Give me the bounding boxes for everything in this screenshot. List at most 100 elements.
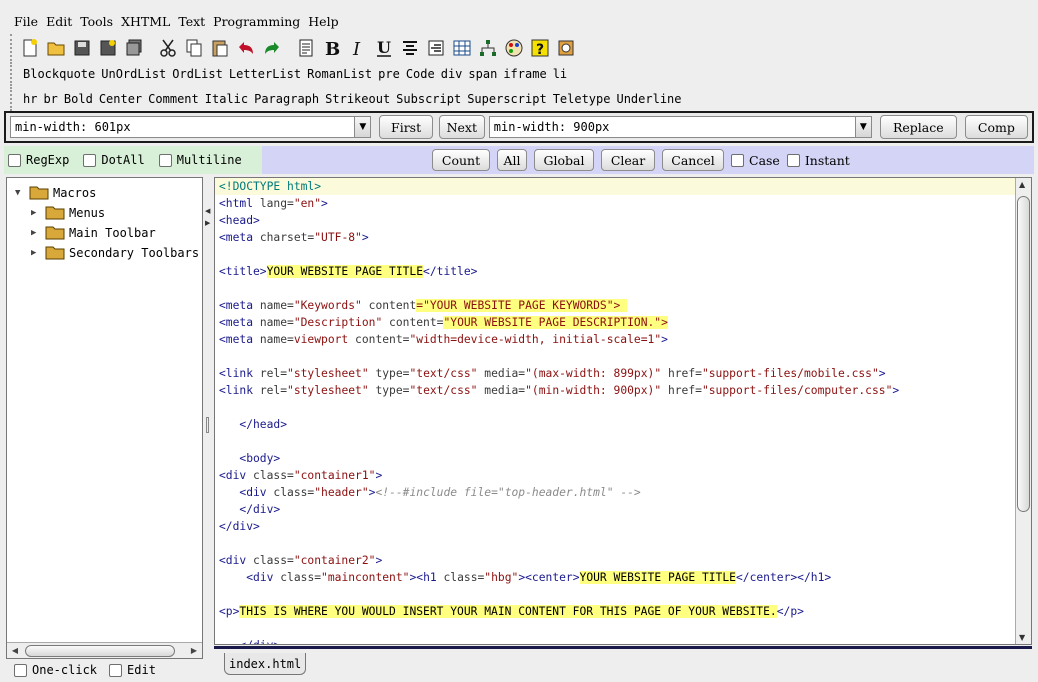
menu-tools[interactable]: Tools [76,14,117,29]
code-line[interactable]: <meta name="Description" content="YOUR W… [219,314,1015,331]
new-file-icon[interactable] [18,36,42,60]
tree-node-macros[interactable]: ▼ Macros [15,185,96,200]
split-divider[interactable]: ◀ ▶ [203,177,213,659]
multiline-checkbox[interactable]: Multiline [158,153,242,167]
code-line[interactable] [219,535,1015,552]
tag-center-button[interactable]: Center [96,92,145,106]
tag-comment-button[interactable]: Comment [145,92,202,106]
tag-unordlist-button[interactable]: UnOrdList [98,67,169,81]
code-line[interactable] [219,433,1015,450]
scroll-thumb[interactable] [1017,196,1030,512]
code-line[interactable] [219,348,1015,365]
open-folder-icon[interactable] [44,36,68,60]
find-combobox[interactable]: min-width: 601px ▼ [10,116,372,138]
replace-input[interactable]: min-width: 900px [490,120,855,134]
all-button[interactable]: All [497,149,527,171]
code-line[interactable] [219,399,1015,416]
code-line[interactable]: <link rel="stylesheet" type="text/css" m… [219,365,1015,382]
save-icon[interactable] [70,36,94,60]
menu-xhtml[interactable]: XHTML [117,14,174,29]
code-line[interactable]: </div> [219,501,1015,518]
close-file-icon[interactable] [122,36,146,60]
code-line[interactable]: <meta name=viewport content="width=devic… [219,331,1015,348]
next-button[interactable]: Next [438,115,485,139]
cut-icon[interactable] [156,36,180,60]
comp-button[interactable]: Comp [964,115,1028,139]
code-editor[interactable]: <!DOCTYPE html> <html lang="en"> <head> <me… [214,177,1032,645]
tag-paragraph-button[interactable]: Paragraph [251,92,322,106]
tag-subscript-button[interactable]: Subscript [393,92,464,106]
code-line[interactable]: <!DOCTYPE html> [219,178,1015,195]
tree-horizontal-scrollbar[interactable]: ◀ ▶ [7,642,202,658]
code-line[interactable]: <div class="container2"> [219,552,1015,569]
tag-hr-button[interactable]: hr [20,92,40,106]
code-line[interactable]: <div class="maincontent"><h1 class="hbg"… [219,569,1015,586]
undo-icon[interactable] [234,36,258,60]
chevron-down-icon[interactable]: ▼ [354,117,371,137]
collapse-right-icon[interactable]: ▶ [205,219,210,227]
tree-node-main-toolbar[interactable]: ▶ Main Toolbar [31,225,156,240]
find-input[interactable]: min-width: 601px [11,120,354,134]
tree-icon[interactable] [476,36,500,60]
code-line[interactable]: </head> [219,416,1015,433]
tag-br-button[interactable]: br [40,92,60,106]
tag-romanlist-button[interactable]: RomanList [304,67,375,81]
collapse-left-icon[interactable]: ◀ [205,207,210,215]
tree-node-secondary-toolbars[interactable]: ▶ Secondary Toolbars [31,245,199,260]
first-button[interactable]: First [379,115,433,139]
redo-icon[interactable] [260,36,284,60]
code-line[interactable]: <html lang="en"> [219,195,1015,212]
tab-index-html[interactable]: index.html [224,653,307,675]
count-button[interactable]: Count [432,149,490,171]
tag-teletype-button[interactable]: Teletype [550,92,614,106]
code-line[interactable] [219,620,1015,637]
replace-button[interactable]: Replace [879,115,957,139]
code-line[interactable]: <link rel="stylesheet" type="text/css" m… [219,382,1015,399]
code-line[interactable]: <head> [219,212,1015,229]
menu-text[interactable]: Text [174,14,209,29]
bold-icon[interactable]: B [320,36,344,60]
file-info-icon[interactable] [294,36,318,60]
expand-right-icon[interactable]: ▶ [31,228,41,238]
replace-combobox[interactable]: min-width: 900px ▼ [488,116,872,138]
code-line[interactable]: <p>THIS IS WHERE YOU WOULD INSERT YOUR M… [219,603,1015,620]
tag-pre-button[interactable]: pre [375,67,403,81]
tag-italic-button[interactable]: Italic [202,92,251,106]
menu-programming[interactable]: Programming [209,14,304,29]
case-checkbox[interactable]: Case [731,153,780,168]
paste-icon[interactable] [208,36,232,60]
underline-icon[interactable]: U [372,36,396,60]
cancel-button[interactable]: Cancel [662,149,724,171]
tag-div-button[interactable]: div [438,67,466,81]
tag-superscript-button[interactable]: Superscript [464,92,549,106]
code-line[interactable] [219,246,1015,263]
code-text[interactable]: <!DOCTYPE html> <html lang="en"> <head> <me… [219,178,1015,644]
scroll-thumb[interactable] [25,644,175,657]
color-palette-icon[interactable] [502,36,526,60]
instant-checkbox[interactable]: Instant [786,153,850,168]
menu-help[interactable]: Help [304,14,342,29]
expand-right-icon[interactable]: ▶ [31,208,41,218]
scroll-up-icon[interactable]: ▲ [1019,180,1025,189]
code-line[interactable]: <div class="header"><!--#include file="t… [219,484,1015,501]
one-click-checkbox[interactable]: One-click [14,663,97,677]
scroll-down-icon[interactable]: ▼ [1019,633,1025,642]
dotall-checkbox[interactable]: DotAll [83,153,145,167]
expand-down-icon[interactable]: ▼ [15,188,25,198]
divider-grip[interactable] [206,417,209,433]
tag-underline-button[interactable]: Underline [613,92,684,106]
code-line[interactable]: </div> [219,637,1015,644]
edit-checkbox[interactable]: Edit [109,663,156,677]
scroll-left-icon[interactable]: ◀ [7,643,23,658]
tree-node-menus[interactable]: ▶ Menus [31,205,105,220]
code-line[interactable] [219,280,1015,297]
tag-ordlist-button[interactable]: OrdList [169,67,226,81]
align-right-icon[interactable] [424,36,448,60]
editor-vertical-scrollbar[interactable]: ▲ ▼ [1015,178,1031,644]
tag-strikeout-button[interactable]: Strikeout [322,92,393,106]
save-all-icon[interactable] [96,36,120,60]
help-icon[interactable]: ? [528,36,552,60]
code-line[interactable]: <title>YOUR WEBSITE PAGE TITLE</title> [219,263,1015,280]
code-line[interactable]: <body> [219,450,1015,467]
table-icon[interactable] [450,36,474,60]
